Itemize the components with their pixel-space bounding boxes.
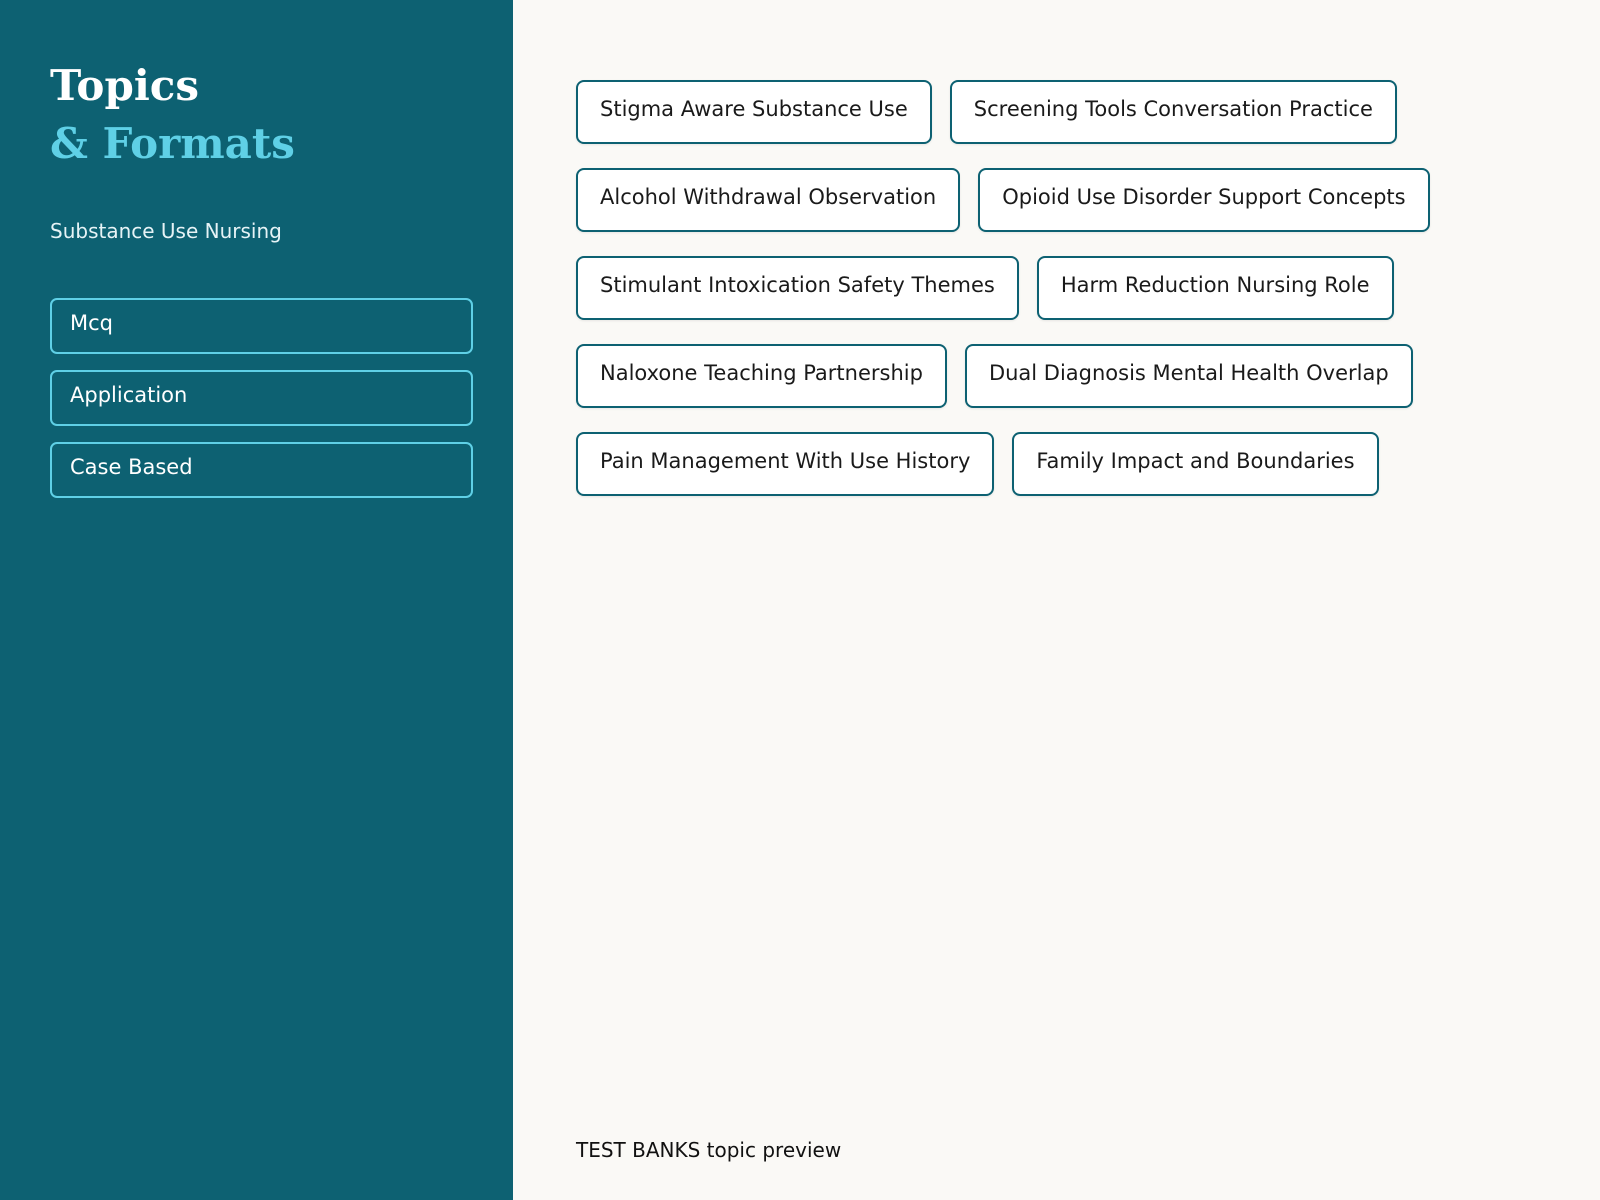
topic-chip-list: Stigma Aware Substance Use Screening Too… bbox=[576, 80, 1476, 520]
sidebar-subtitle: Substance Use Nursing bbox=[50, 219, 282, 243]
topic-chip-row: Alcohol Withdrawal Observation Opioid Us… bbox=[576, 168, 1476, 232]
format-button-case-based[interactable]: Case Based bbox=[50, 442, 473, 498]
main-content: Stigma Aware Substance Use Screening Too… bbox=[513, 0, 1600, 1200]
topic-chip[interactable]: Stigma Aware Substance Use bbox=[576, 80, 932, 144]
topic-chip-row: Pain Management With Use History Family … bbox=[576, 432, 1476, 496]
topic-chip-row: Stigma Aware Substance Use Screening Too… bbox=[576, 80, 1476, 144]
format-button-application[interactable]: Application bbox=[50, 370, 473, 426]
sidebar-title-accent: & Formats bbox=[50, 119, 295, 168]
topic-chip[interactable]: Harm Reduction Nursing Role bbox=[1036, 256, 1394, 320]
topic-chip[interactable]: Screening Tools Conversation Practice bbox=[949, 80, 1397, 144]
format-button-mcq[interactable]: Mcq bbox=[50, 298, 473, 354]
topic-chip[interactable]: Stimulant Intoxication Safety Themes bbox=[576, 256, 1019, 320]
topic-chip[interactable]: Family Impact and Boundaries bbox=[1012, 432, 1379, 496]
topic-chip[interactable]: Naloxone Teaching Partnership bbox=[576, 344, 947, 408]
topic-chip-row: Naloxone Teaching Partnership Dual Diagn… bbox=[576, 344, 1476, 408]
topic-chip[interactable]: Dual Diagnosis Mental Health Overlap bbox=[964, 344, 1413, 408]
topic-chip[interactable]: Opioid Use Disorder Support Concepts bbox=[978, 168, 1430, 232]
sidebar-title: Topics bbox=[50, 61, 199, 110]
page: Topics & Formats Substance Use Nursing M… bbox=[0, 0, 1600, 1200]
topic-chip[interactable]: Alcohol Withdrawal Observation bbox=[576, 168, 961, 232]
sidebar: Topics & Formats Substance Use Nursing M… bbox=[0, 0, 513, 1200]
format-list: Mcq Application Case Based bbox=[50, 298, 473, 498]
topic-chip[interactable]: Pain Management With Use History bbox=[576, 432, 995, 496]
footer-caption: TEST BANKS topic preview bbox=[576, 1138, 842, 1162]
topic-chip-row: Stimulant Intoxication Safety Themes Har… bbox=[576, 256, 1476, 320]
